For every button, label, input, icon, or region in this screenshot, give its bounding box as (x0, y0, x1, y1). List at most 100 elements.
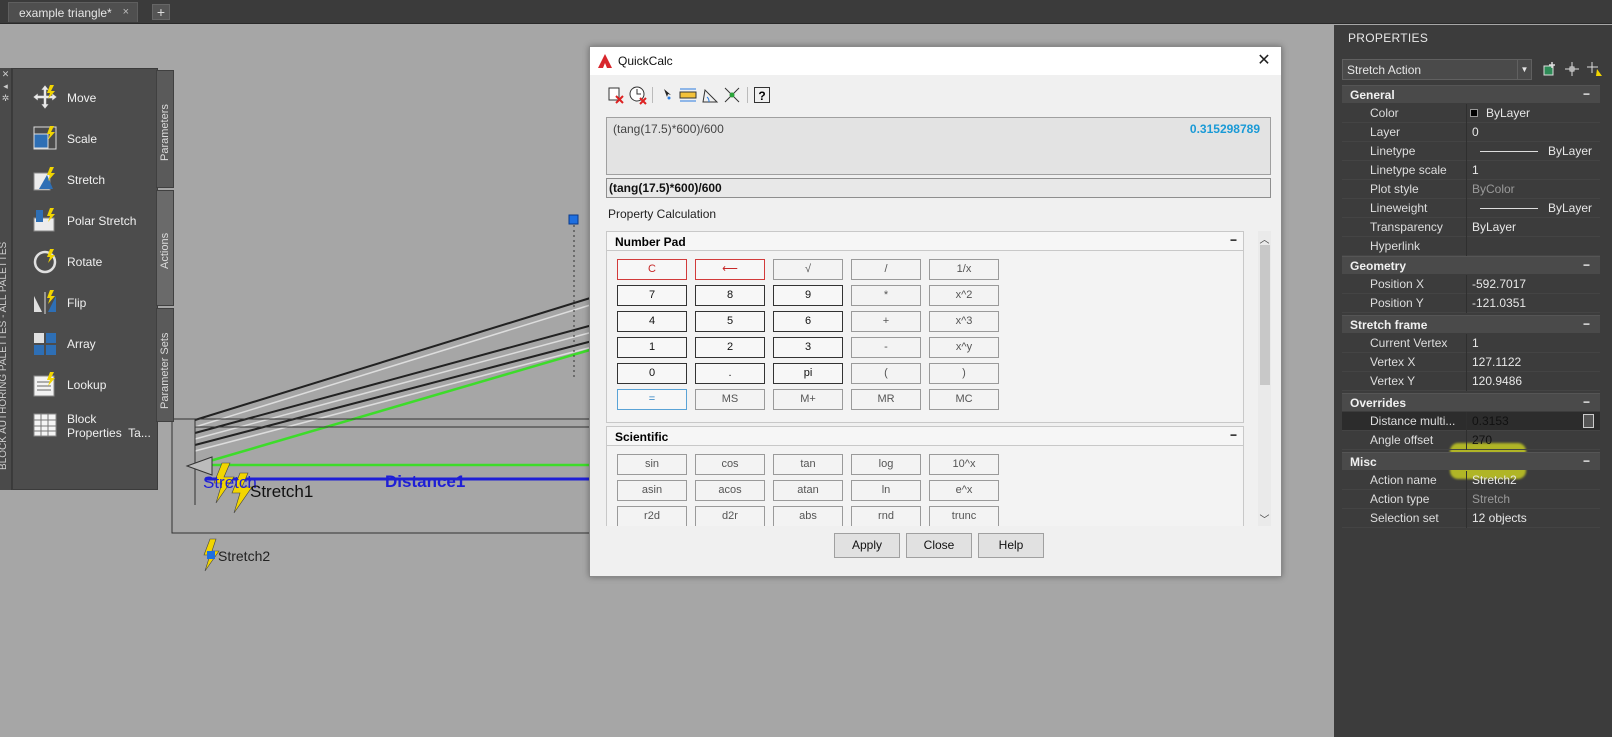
category-overrides[interactable]: Overrides − (1342, 393, 1600, 411)
category-stretch-frame[interactable]: Stretch frame − (1342, 315, 1600, 333)
property-value[interactable]: Stretch2 (1472, 473, 1517, 487)
key-ex-button[interactable]: e^x (929, 480, 999, 501)
dialog-close-icon[interactable]: ✕ (1253, 50, 1275, 72)
key-symbol-button[interactable]: * (851, 285, 921, 306)
key-pi-button[interactable]: pi (773, 363, 843, 384)
property-value[interactable]: 0 (1472, 125, 1479, 139)
property-value[interactable]: ByLayer (1548, 144, 1592, 158)
palette-item-polar-stretch[interactable]: Polar Stretch (31, 200, 161, 238)
category-general[interactable]: General − (1342, 85, 1600, 103)
clear-history-icon[interactable] (628, 85, 648, 105)
property-value[interactable]: ByLayer (1548, 201, 1592, 215)
distance-between-points-icon[interactable] (678, 85, 698, 105)
property-row[interactable]: Color ByLayer (1342, 104, 1600, 123)
key-xy-button[interactable]: x^y (929, 337, 999, 358)
key-10x-button[interactable]: 10^x (929, 454, 999, 475)
scrollbar-thumb[interactable] (1260, 245, 1270, 385)
tab-parameters[interactable]: Parameters (156, 70, 174, 188)
key-symbol-button[interactable]: ( (851, 363, 921, 384)
stretch2-grip[interactable] (207, 551, 215, 559)
get-coordinates-icon[interactable] (658, 85, 678, 105)
key-asin-button[interactable]: asin (617, 480, 687, 501)
key-5-button[interactable]: 5 (695, 311, 765, 332)
key-1x-button[interactable]: 1/x (929, 259, 999, 280)
angle-of-line-icon[interactable] (700, 85, 720, 105)
palette-item-move[interactable]: Move (31, 77, 161, 115)
property-row[interactable]: Action type Stretch (1342, 490, 1600, 509)
key-MC-button[interactable]: MC (929, 389, 999, 410)
palette-settings-icon[interactable]: ✲ (0, 92, 11, 104)
property-row[interactable]: Position X -592.7017 (1342, 275, 1600, 294)
property-value[interactable]: 120.9486 (1472, 374, 1522, 388)
collapse-icon[interactable]: − (1583, 317, 1590, 331)
palette-item-block-properties-table[interactable]: Block Properties Ta... (31, 405, 161, 449)
toggle-pickadd-icon[interactable] (1542, 61, 1558, 77)
close-tab-icon[interactable]: × (123, 6, 129, 18)
property-row[interactable]: Action name Stretch2 (1342, 471, 1600, 490)
key-symbol-button[interactable]: ) (929, 363, 999, 384)
property-value[interactable]: 0.3153 (1472, 414, 1509, 428)
palette-collapse-icon[interactable]: ◂ (0, 80, 11, 92)
property-row[interactable]: Linetype scale 1 (1342, 161, 1600, 180)
property-row[interactable]: Selection set 12 objects (1342, 509, 1600, 528)
property-row[interactable]: Layer 0 (1342, 123, 1600, 142)
key-symbol-button[interactable]: √ (773, 259, 843, 280)
property-value[interactable]: 1 (1472, 336, 1479, 350)
tab-actions[interactable]: Actions (156, 190, 174, 306)
property-value[interactable]: Stretch (1472, 492, 1510, 506)
help-button[interactable]: Help (978, 533, 1044, 558)
property-value[interactable]: -592.7017 (1472, 277, 1526, 291)
collapse-icon[interactable]: − (1583, 454, 1590, 468)
key-2-button[interactable]: 2 (695, 337, 765, 358)
key-MR-button[interactable]: MR (851, 389, 921, 410)
key-7-button[interactable]: 7 (617, 285, 687, 306)
key-x3-button[interactable]: x^3 (929, 311, 999, 332)
collapse-icon[interactable]: − (1230, 233, 1237, 247)
key-r2d-button[interactable]: r2d (617, 506, 687, 526)
property-value[interactable]: ByColor (1472, 182, 1515, 196)
collapse-icon[interactable]: − (1583, 258, 1590, 272)
key-sin-button[interactable]: sin (617, 454, 687, 475)
number-pad-header[interactable]: Number Pad − (606, 231, 1244, 251)
quick-select-icon[interactable] (1586, 61, 1602, 77)
dialog-title-bar[interactable]: QuickCalc ✕ (590, 47, 1281, 75)
key-3-button[interactable]: 3 (773, 337, 843, 358)
property-row[interactable]: Angle offset 270 (1342, 431, 1600, 450)
key-8-button[interactable]: 8 (695, 285, 765, 306)
key-symbol-button[interactable]: ⟵ (695, 259, 765, 280)
key-0-button[interactable]: 0 (617, 363, 687, 384)
property-value[interactable]: 12 objects (1472, 511, 1527, 525)
key-symbol-button[interactable]: - (851, 337, 921, 358)
key-C-button[interactable]: C (617, 259, 687, 280)
property-value[interactable]: ByLayer (1486, 106, 1530, 120)
property-value[interactable]: ByLayer (1472, 220, 1516, 234)
property-value[interactable]: -121.0351 (1472, 296, 1526, 310)
property-value[interactable]: 270 (1472, 433, 1492, 447)
property-row[interactable]: Vertex Y 120.9486 (1342, 372, 1600, 391)
key-1-button[interactable]: 1 (617, 337, 687, 358)
property-row[interactable]: Hyperlink (1342, 237, 1600, 256)
property-row[interactable]: Linetype ByLayer (1342, 142, 1600, 161)
property-row[interactable]: Distance multi... 0.3153 (1342, 412, 1600, 431)
key-d2r-button[interactable]: d2r (695, 506, 765, 526)
key-rnd-button[interactable]: rnd (851, 506, 921, 526)
apply-button[interactable]: Apply (834, 533, 900, 558)
property-row[interactable]: Position Y -121.0351 (1342, 294, 1600, 313)
category-misc[interactable]: Misc − (1342, 452, 1600, 470)
category-geometry[interactable]: Geometry − (1342, 256, 1600, 274)
collapse-icon[interactable]: − (1583, 395, 1590, 409)
select-objects-icon[interactable] (1564, 61, 1580, 77)
key-abs-button[interactable]: abs (773, 506, 843, 526)
property-row[interactable]: Vertex X 127.1122 (1342, 353, 1600, 372)
scientific-header[interactable]: Scientific − (606, 426, 1244, 446)
clear-icon[interactable] (606, 85, 626, 105)
collapse-icon[interactable]: − (1230, 428, 1237, 442)
key-symbol-button[interactable]: = (617, 389, 687, 410)
chevron-down-icon[interactable]: ▼ (1517, 60, 1531, 79)
palette-item-array[interactable]: Array (31, 323, 161, 361)
palette-item-flip[interactable]: Flip (31, 282, 161, 320)
key-tan-button[interactable]: tan (773, 454, 843, 475)
key-trunc-button[interactable]: trunc (929, 506, 999, 526)
new-tab-button[interactable]: + (152, 4, 170, 20)
palette-item-scale[interactable]: Scale (31, 118, 161, 156)
